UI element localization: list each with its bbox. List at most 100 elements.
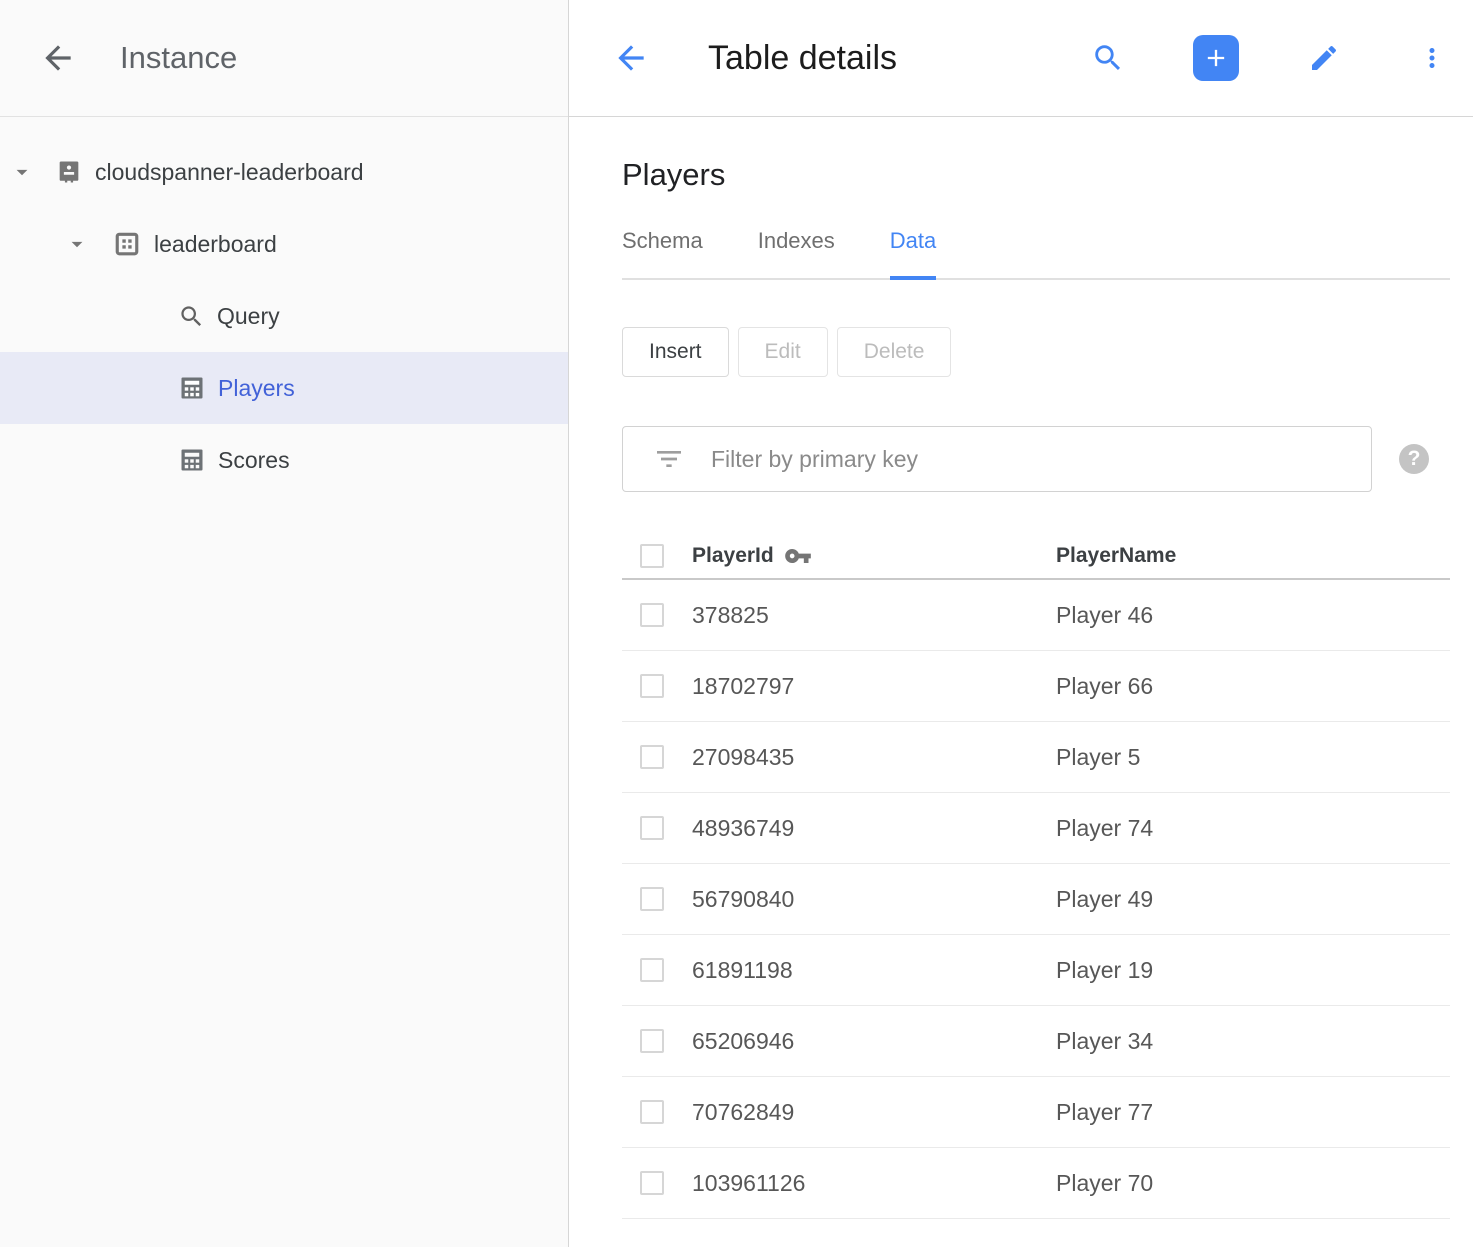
row-checkbox-cell [622,816,692,840]
spanner-instance-icon [55,158,83,186]
row-name-cell: Player 34 [1056,1028,1450,1055]
tab-indexes[interactable]: Indexes [758,228,835,278]
tree-item-instance[interactable]: cloudspanner-leaderboard [0,136,568,208]
table-row[interactable]: 56790840 Player 49 [622,864,1450,935]
page-header-title: Table details [708,39,897,78]
row-checkbox[interactable] [640,603,664,627]
row-name-cell: Player 77 [1056,1099,1450,1126]
pencil-icon [1308,42,1340,74]
delete-row-button[interactable]: Delete [837,327,952,377]
table-row[interactable]: 378825 Player 46 [622,580,1450,651]
table-row[interactable]: 70762849 Player 77 [622,1077,1450,1148]
arrow-back-icon [39,39,77,77]
table-icon [178,446,206,474]
table-row[interactable]: 61891198 Player 19 [622,935,1450,1006]
row-checkbox[interactable] [640,816,664,840]
tab-schema[interactable]: Schema [622,228,703,278]
collapse-arrow-icon[interactable] [9,159,35,185]
tree-item-database[interactable]: leaderboard [0,208,568,280]
row-id-cell: 56790840 [692,886,1056,913]
row-name-cell: Player 66 [1056,673,1450,700]
tree-item-label: cloudspanner-leaderboard [95,159,364,186]
row-checkbox-cell [622,745,692,769]
content-area: Players Schema Indexes Data Insert Edit … [569,117,1473,1219]
insert-button[interactable]: Insert [622,327,729,377]
more-options-button[interactable] [1409,35,1455,81]
row-id-cell: 27098435 [692,744,1056,771]
data-table: PlayerId PlayerName 378825 Player 46 187 [622,534,1450,1219]
tree-item-players[interactable]: Players [0,352,568,424]
row-checkbox[interactable] [640,958,664,982]
row-checkbox-cell [622,603,692,627]
row-checkbox-cell [622,1100,692,1124]
more-vert-icon [1417,43,1447,73]
row-name-cell: Player 49 [1056,886,1450,913]
header-checkbox-cell [622,544,692,568]
row-id-cell: 18702797 [692,673,1056,700]
header-actions [1085,35,1465,81]
filter-list-icon [653,443,685,475]
row-name-cell: Player 46 [1056,602,1450,629]
filter-box[interactable] [622,426,1372,492]
help-icon[interactable]: ? [1399,444,1429,474]
tree-item-label: Scores [218,447,290,474]
row-id-cell: 70762849 [692,1099,1056,1126]
tree-item-scores[interactable]: Scores [0,424,568,496]
row-name-cell: Player 70 [1056,1170,1450,1197]
row-name-cell: Player 19 [1056,957,1450,984]
row-checkbox[interactable] [640,745,664,769]
row-checkbox-cell [622,1029,692,1053]
table-row[interactable]: 48936749 Player 74 [622,793,1450,864]
tree-item-label: Players [218,375,295,402]
row-checkbox[interactable] [640,887,664,911]
select-all-checkbox[interactable] [640,544,664,568]
sidebar: Instance cloudspanner-leaderboard [0,0,569,1247]
table-row[interactable]: 65206946 Player 34 [622,1006,1450,1077]
sidebar-header: Instance [0,0,568,117]
search-icon [178,303,205,330]
collapse-arrow-icon[interactable] [64,231,90,257]
tree-item-query[interactable]: Query [0,280,568,352]
app-window: Instance cloudspanner-leaderboard [0,0,1473,1247]
main-panel: Table details [569,0,1473,1247]
row-checkbox-cell [622,887,692,911]
edit-button[interactable] [1301,35,1347,81]
key-icon [784,542,812,570]
table-row[interactable]: 18702797 Player 66 [622,651,1450,722]
column-header-playername: PlayerName [1056,544,1450,568]
main-header: Table details [569,0,1473,117]
plus-icon [1202,44,1230,72]
add-button[interactable] [1193,35,1239,81]
tree-item-label: leaderboard [154,231,277,258]
table-row[interactable]: 103961126 Player 70 [622,1148,1450,1219]
sidebar-back-button[interactable] [38,38,78,78]
table-body: 378825 Player 46 18702797 Player 66 2709… [622,580,1450,1219]
row-name-cell: Player 5 [1056,744,1450,771]
row-checkbox[interactable] [640,1100,664,1124]
row-checkbox[interactable] [640,1171,664,1195]
search-button[interactable] [1085,35,1131,81]
row-id-cell: 48936749 [692,815,1056,842]
table-header-row: PlayerId PlayerName [622,534,1450,580]
row-checkbox[interactable] [640,1029,664,1053]
back-button[interactable] [611,38,651,78]
table-row[interactable]: 27098435 Player 5 [622,722,1450,793]
row-checkbox-cell [622,674,692,698]
edit-row-button[interactable]: Edit [738,327,828,377]
tab-bar: Schema Indexes Data [622,228,1450,280]
column-label: PlayerName [1056,544,1176,567]
row-id-cell: 378825 [692,602,1056,629]
row-checkbox[interactable] [640,674,664,698]
row-checkbox-cell [622,958,692,982]
search-icon [1091,41,1125,75]
filter-input[interactable] [711,446,1371,473]
row-id-cell: 65206946 [692,1028,1056,1055]
column-header-playerid: PlayerId [692,542,1056,570]
table-icon [178,374,206,402]
row-id-cell: 103961126 [692,1170,1056,1197]
filter-row: ? [622,426,1450,492]
row-action-bar: Insert Edit Delete [622,327,1450,377]
tab-data[interactable]: Data [890,228,936,280]
row-id-cell: 61891198 [692,957,1056,984]
navigation-tree: cloudspanner-leaderboard leaderboard Que… [0,117,568,496]
